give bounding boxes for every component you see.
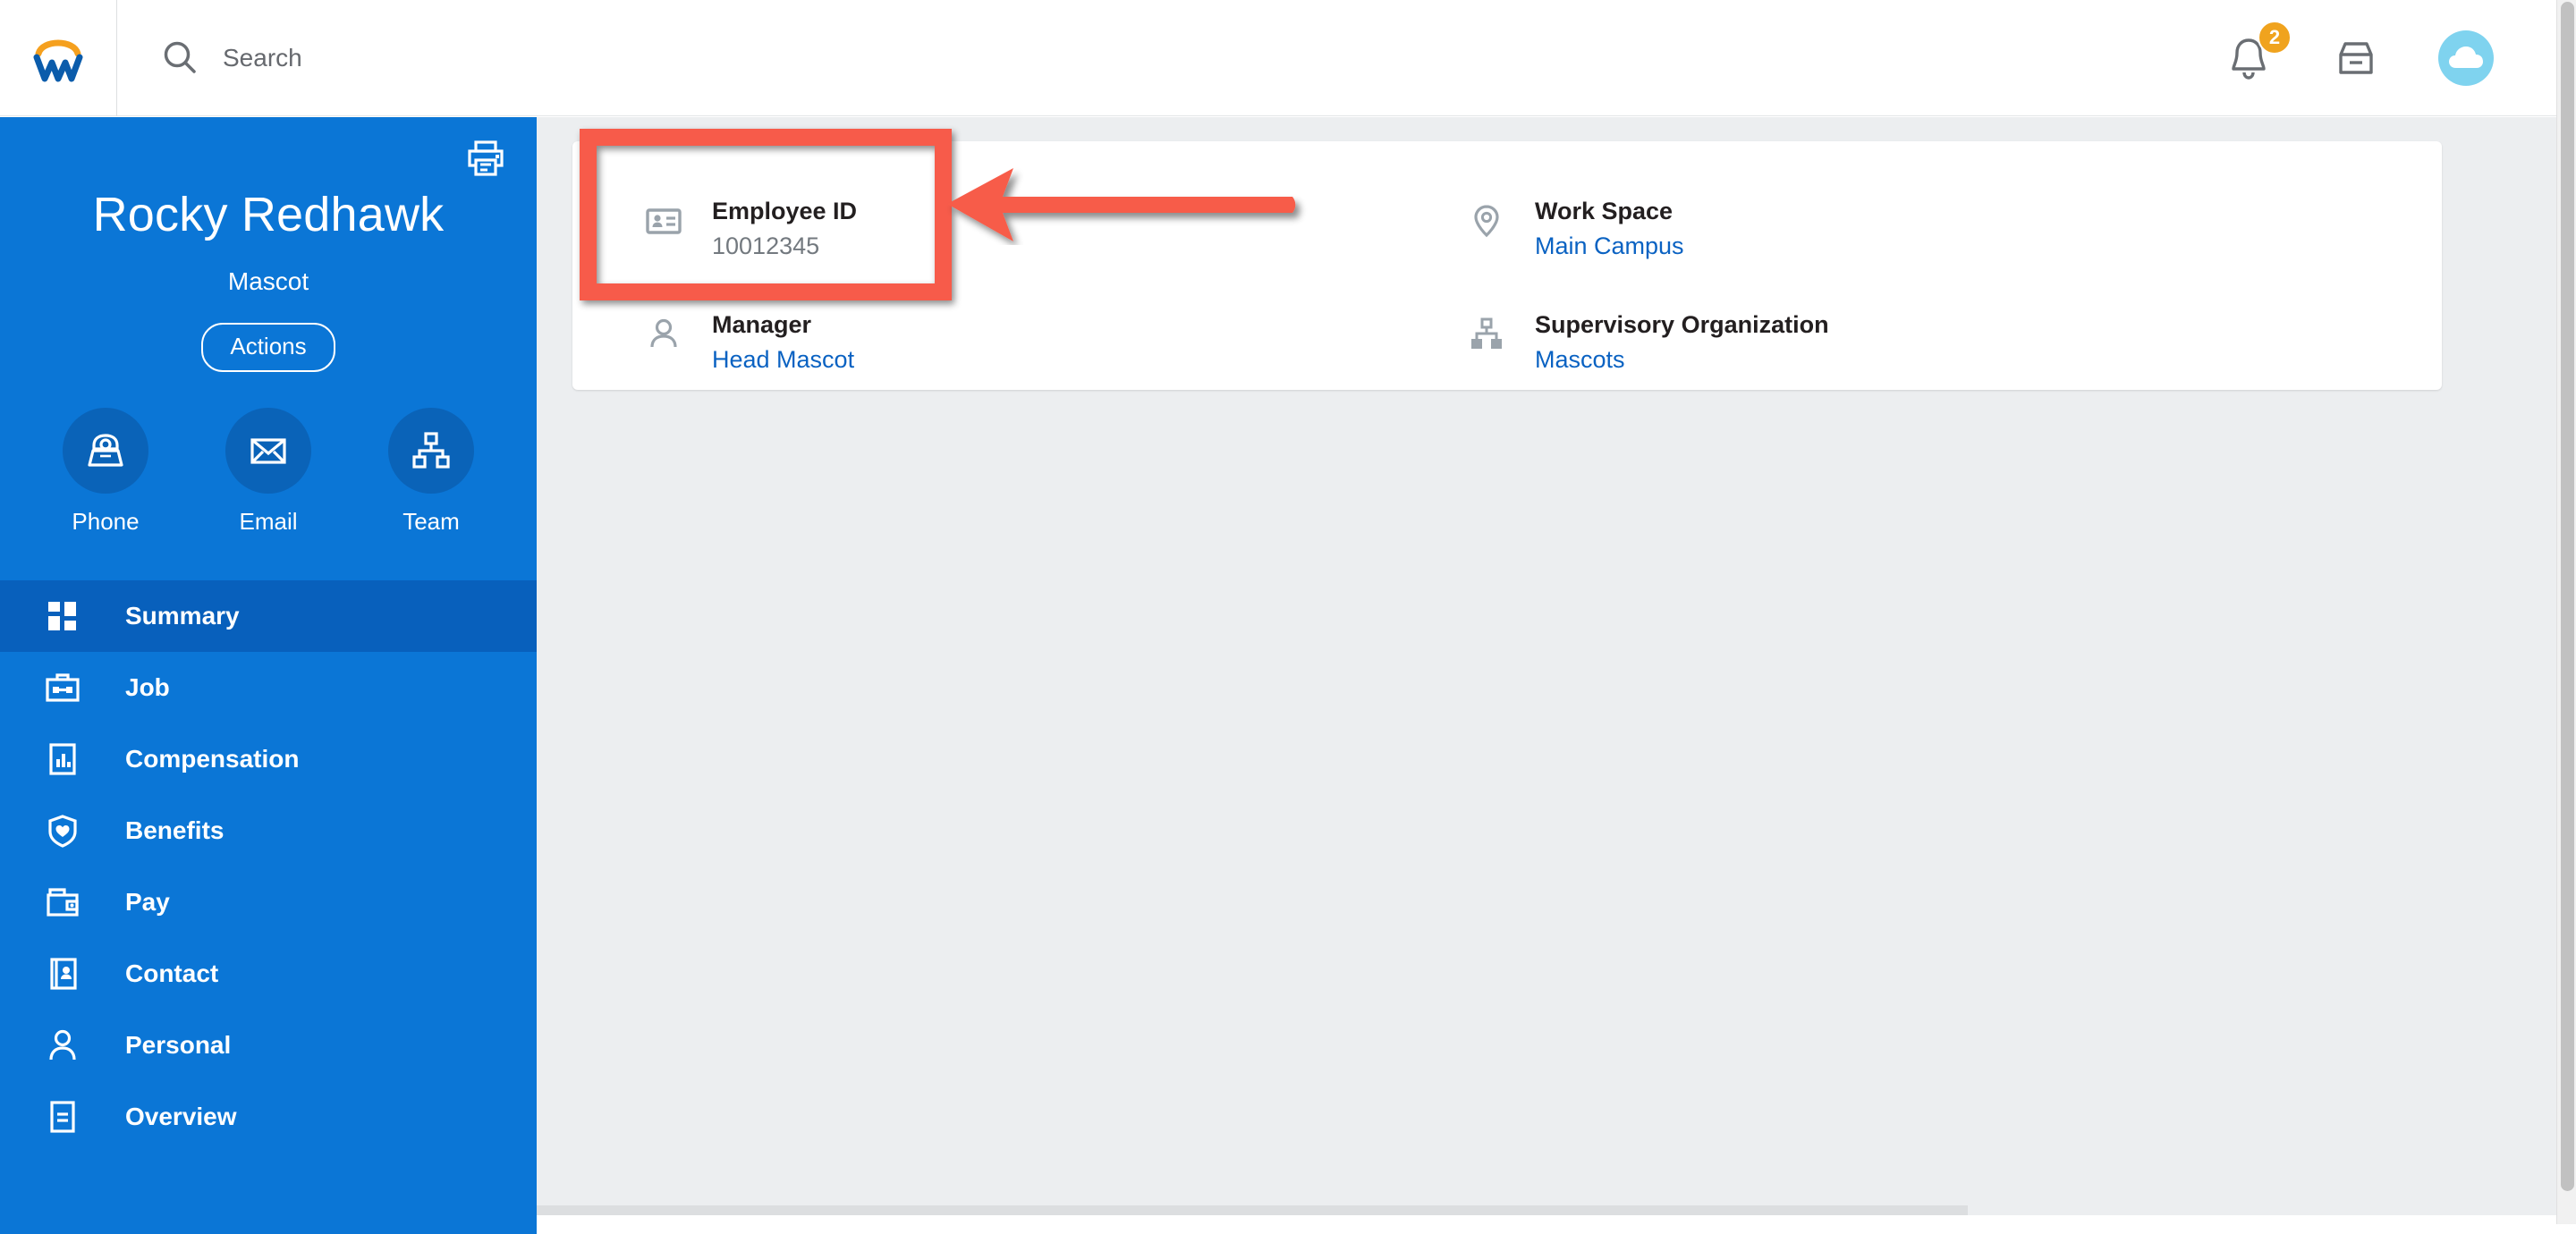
workday-logo[interactable]: [0, 0, 117, 116]
sidebar-item-label: Personal: [125, 1031, 232, 1059]
field-label: Employee ID: [712, 198, 858, 224]
sidebar-item-benefits[interactable]: Benefits: [0, 795, 537, 866]
search-input[interactable]: [223, 43, 849, 72]
address-book-icon: [43, 954, 82, 993]
topbar-action-group: 2: [2224, 20, 2556, 86]
bar-chart-doc-icon: [43, 740, 82, 779]
sidebar-item-label: Contact: [125, 959, 219, 987]
org-chart-icon: [412, 432, 450, 469]
profile-job-title: Mascot: [227, 267, 309, 295]
profile-sidebar: Rocky Redhawk Mascot Actions Phone Email…: [0, 117, 537, 1234]
print-button[interactable]: [464, 137, 507, 180]
quick-action-label: Phone: [72, 508, 140, 535]
search-icon: [160, 38, 199, 78]
sidebar-item-summary[interactable]: Summary: [0, 580, 537, 652]
wallet-icon: [43, 883, 82, 922]
cloud-avatar-icon: [2449, 46, 2483, 68]
sidebar-item-compensation[interactable]: Compensation: [0, 723, 537, 795]
field-label: Supervisory Organization: [1535, 311, 1829, 338]
profile-header: Rocky Redhawk Mascot Actions: [0, 117, 537, 372]
sidebar-item-overview[interactable]: Overview: [0, 1081, 537, 1153]
employee-id-field: Employee ID 10012345: [644, 198, 857, 260]
sidebar-item-job[interactable]: Job: [0, 652, 537, 723]
work-space-link[interactable]: Main Campus: [1535, 232, 1684, 260]
field-label: Work Space: [1535, 198, 1674, 224]
envelope-icon: [250, 438, 286, 464]
document-lines-icon: [43, 1097, 82, 1137]
horizontal-scrollbar[interactable]: [537, 1205, 2556, 1215]
field-value: 10012345: [712, 232, 820, 259]
org-chart-icon: [1467, 315, 1506, 354]
notifications-button[interactable]: 2: [2224, 20, 2292, 83]
profile-name: Rocky Redhawk: [92, 188, 445, 241]
briefcase-icon: [43, 668, 82, 707]
main-content-area: Employee ID 10012345 Manager Head Mascot: [537, 117, 2556, 1215]
horizontal-scrollbar-thumb[interactable]: [537, 1205, 1968, 1215]
grid-icon: [43, 596, 82, 636]
phone-icon: [88, 434, 123, 467]
sidebar-item-label: Pay: [125, 888, 170, 916]
sidebar-item-label: Benefits: [125, 816, 225, 844]
manager-field: Manager Head Mascot: [644, 311, 854, 374]
quick-actions-group: Phone Email Team: [0, 408, 537, 536]
supervisory-organization-link[interactable]: Mascots: [1535, 346, 1829, 374]
work-space-field: Work Space Main Campus: [1467, 198, 1684, 260]
sidebar-item-personal[interactable]: Personal: [0, 1010, 537, 1081]
vertical-scrollbar[interactable]: [2556, 0, 2576, 1224]
sidebar-item-label: Summary: [125, 602, 240, 630]
inbox-button[interactable]: [2331, 33, 2381, 83]
supervisory-organization-field: Supervisory Organization Mascots: [1467, 311, 1829, 374]
shield-heart-icon: [43, 811, 82, 850]
sidebar-item-label: Job: [125, 673, 170, 701]
inbox-icon: [2339, 41, 2373, 74]
field-label: Manager: [712, 311, 812, 338]
sidebar-item-label: Overview: [125, 1103, 237, 1130]
manager-link[interactable]: Head Mascot: [712, 346, 854, 374]
summary-info-card: Employee ID 10012345 Manager Head Mascot: [572, 141, 2442, 390]
sidebar-item-contact[interactable]: Contact: [0, 938, 537, 1010]
envelope-icon-circle: [225, 408, 311, 494]
quick-action-team[interactable]: Team: [377, 408, 485, 536]
quick-action-label: Team: [402, 508, 460, 535]
workday-profile-page: 2: [0, 0, 2576, 1234]
sidebar-item-label: Compensation: [125, 745, 300, 773]
top-navigation-bar: 2: [0, 0, 2556, 116]
id-badge-icon: [644, 201, 683, 241]
printer-icon: [468, 140, 504, 176]
person-icon: [644, 315, 683, 354]
location-pin-icon: [1467, 201, 1506, 241]
phone-icon-circle: [63, 408, 148, 494]
actions-button[interactable]: Actions: [201, 323, 335, 372]
profile-nav-list: Summary Job Compensation Benefits Pay Co…: [0, 580, 537, 1153]
global-search[interactable]: [117, 38, 2224, 78]
sidebar-item-pay[interactable]: Pay: [0, 866, 537, 938]
person-icon: [43, 1026, 82, 1065]
vertical-scrollbar-thumb[interactable]: [2561, 2, 2574, 1191]
notification-count-badge: 2: [2258, 20, 2292, 55]
quick-action-email[interactable]: Email: [215, 408, 322, 536]
quick-action-phone[interactable]: Phone: [52, 408, 159, 536]
quick-action-label: Email: [239, 508, 298, 535]
profile-avatar[interactable]: [2438, 30, 2494, 86]
org-chart-icon-circle: [388, 408, 474, 494]
